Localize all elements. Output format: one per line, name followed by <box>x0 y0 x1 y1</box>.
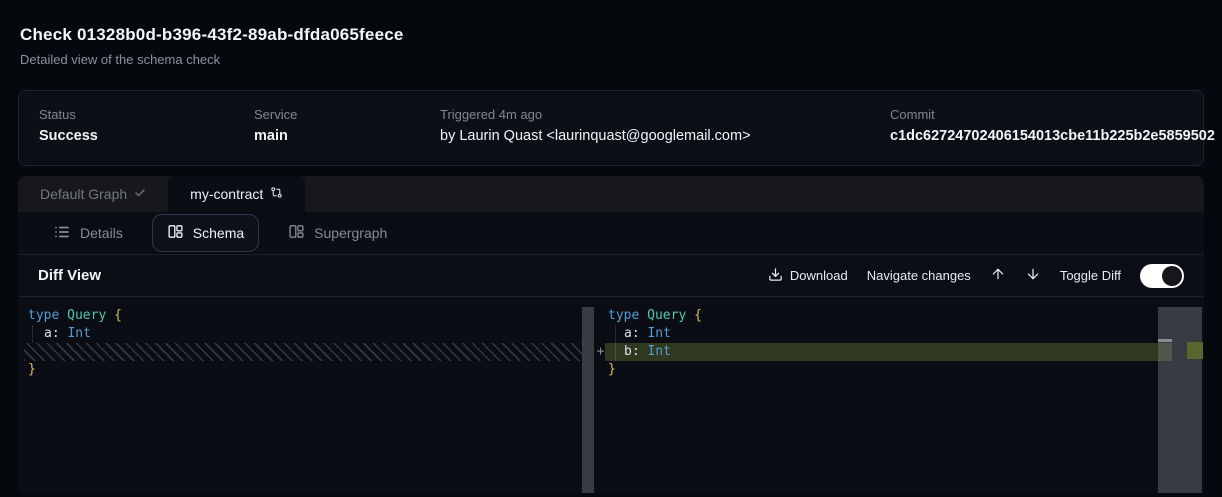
right-code-line-1: type Query { <box>608 307 702 325</box>
status-label: Status <box>39 107 98 122</box>
list-icon <box>53 223 71 244</box>
field-b: b: <box>624 344 640 359</box>
scalar-int: Int <box>67 326 90 341</box>
download-label: Download <box>790 268 848 283</box>
open-brace: { <box>114 308 122 323</box>
indent-guide <box>32 325 33 343</box>
toggle-diff-label: Toggle Diff <box>1060 268 1121 283</box>
page-title: Check 01328b0d-b396-43f2-89ab-dfda065fee… <box>20 25 1202 45</box>
tab-my-contract[interactable]: my-contract <box>168 176 305 212</box>
service-value: main <box>254 128 297 144</box>
toggle-diff-switch[interactable] <box>1140 264 1184 288</box>
field-a: a: <box>44 326 60 341</box>
subtab-schema-label: Schema <box>193 225 244 241</box>
typename-query: Query <box>647 308 686 323</box>
toggle-diff-knob <box>1162 266 1182 286</box>
subtab-supergraph-label: Supergraph <box>314 225 387 241</box>
diff-toolbar: Download Navigate changes Toggle Diff <box>768 264 1184 288</box>
subtab-details[interactable]: Details <box>38 214 138 253</box>
view-subtabs: Details Schema Supergraph <box>18 212 1204 254</box>
left-code-line-2: a: Int <box>44 325 91 343</box>
arrow-down-icon <box>1025 266 1041 285</box>
previous-change-button[interactable] <box>990 266 1006 285</box>
open-brace: { <box>694 308 702 323</box>
next-change-button[interactable] <box>1025 266 1041 285</box>
overview-ruler-added-marker <box>1187 342 1203 359</box>
keyword-type: type <box>28 308 59 323</box>
close-brace: } <box>28 362 36 377</box>
service-label: Service <box>254 107 297 122</box>
subtab-details-label: Details <box>80 225 123 241</box>
commit-value: c1dc62724702406154013cbe11b225b2e5859502 <box>890 128 1215 144</box>
download-icon <box>768 267 783 285</box>
added-line-highlight <box>605 343 1172 361</box>
left-code-line-4: } <box>28 361 36 379</box>
check-summary-card: Status Success Service main Triggered 4m… <box>18 90 1204 166</box>
close-brace: } <box>608 362 616 377</box>
right-code-line-4: } <box>608 361 616 379</box>
check-detail-card: Default Graph my-contract Details Schema <box>18 176 1204 493</box>
typename-query: Query <box>67 308 106 323</box>
layout-panels-icon <box>288 223 305 243</box>
triggered-label: Triggered 4m ago <box>440 107 751 122</box>
tab-default-graph[interactable]: Default Graph <box>18 176 168 212</box>
navigate-changes-label: Navigate changes <box>867 268 971 283</box>
download-button[interactable]: Download <box>768 267 848 285</box>
page-header: Check 01328b0d-b396-43f2-89ab-dfda065fee… <box>0 0 1222 67</box>
left-code-line-1: type Query { <box>28 307 122 325</box>
layout-panels-icon <box>167 223 184 243</box>
right-code-line-2: a: Int <box>624 325 671 343</box>
diff-view-title: Diff View <box>38 267 101 284</box>
graph-tabstrip: Default Graph my-contract <box>18 176 1204 212</box>
right-pane-scrollbar[interactable] <box>1158 307 1202 493</box>
triggered-value: by Laurin Quast <laurinquast@googlemail.… <box>440 128 751 144</box>
schema-diff-editor[interactable]: type Query { a: Int } + type Query { a: … <box>18 297 1204 493</box>
git-compare-icon <box>270 186 283 202</box>
left-pane-scrollbar[interactable] <box>582 307 594 493</box>
summary-status: Status Success <box>39 107 98 144</box>
status-value: Success <box>39 128 98 144</box>
field-a: a: <box>624 326 640 341</box>
tab-default-graph-label: Default Graph <box>40 186 127 202</box>
subtab-schema[interactable]: Schema <box>152 214 259 252</box>
overview-ruler-cursor-tick <box>1158 339 1172 342</box>
summary-triggered: Triggered 4m ago by Laurin Quast <laurin… <box>440 107 751 144</box>
arrow-up-icon <box>990 266 1006 285</box>
page-subtitle: Detailed view of the schema check <box>20 52 1202 67</box>
scalar-int: Int <box>647 344 670 359</box>
check-icon <box>134 186 146 202</box>
diff-view-header: Diff View Download Navigate changes Togg… <box>18 254 1204 297</box>
indent-guide <box>615 325 616 361</box>
subtab-supergraph[interactable]: Supergraph <box>273 214 402 252</box>
scalar-int: Int <box>647 326 670 341</box>
keyword-type: type <box>608 308 639 323</box>
right-code-line-3-added: b: Int <box>624 343 671 361</box>
commit-label: Commit <box>890 107 1215 122</box>
removed-line-placeholder <box>24 343 582 361</box>
summary-service: Service main <box>254 107 297 144</box>
tab-my-contract-label: my-contract <box>190 186 263 202</box>
summary-commit: Commit c1dc62724702406154013cbe11b225b2e… <box>890 107 1215 144</box>
